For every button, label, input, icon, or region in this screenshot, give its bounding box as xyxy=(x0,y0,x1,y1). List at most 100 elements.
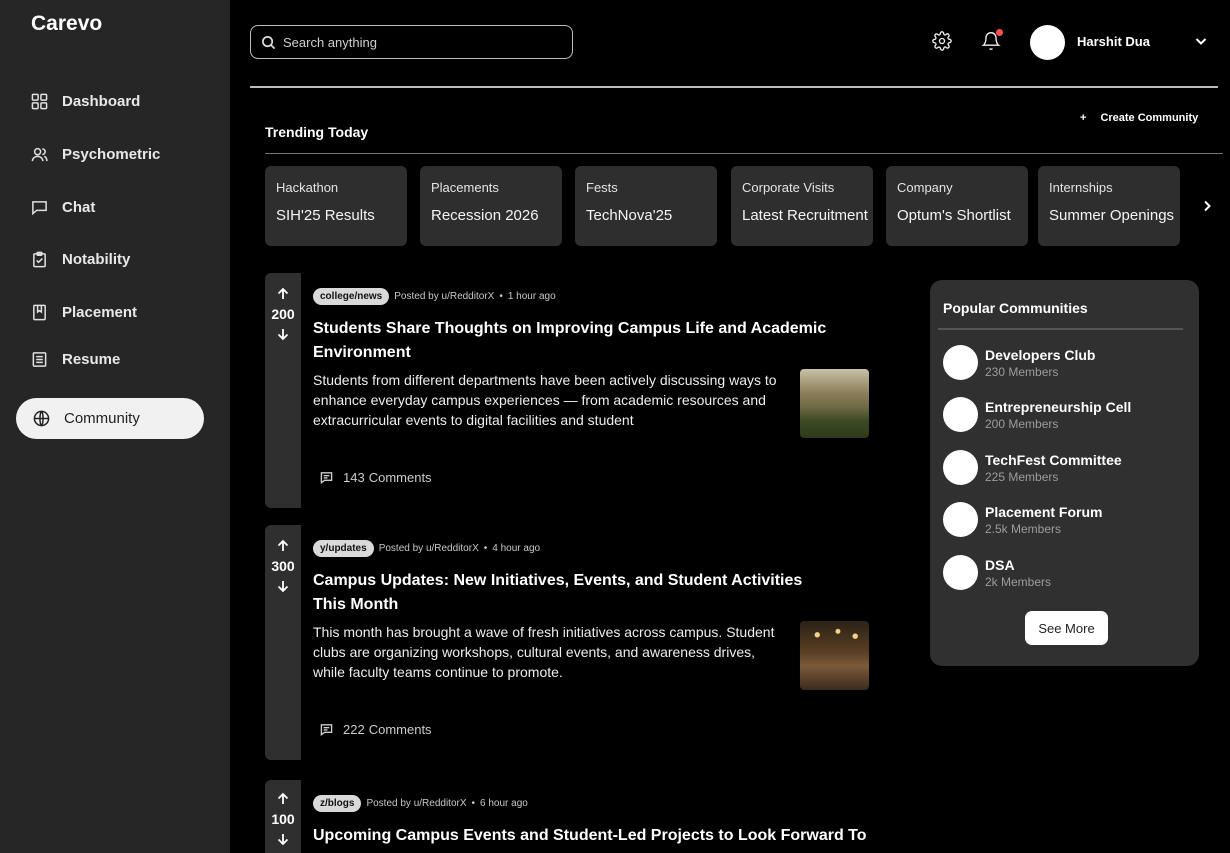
sidebar-item-resume[interactable]: Resume xyxy=(31,351,120,368)
sidebar-item-dashboard[interactable]: Dashboard xyxy=(31,93,140,110)
post-description: Students from different departments have… xyxy=(313,372,777,428)
community-members: 2k Members xyxy=(985,574,1052,589)
notifications-button[interactable] xyxy=(981,29,1003,53)
post-time: 4 hour ago xyxy=(492,542,541,554)
trending-card[interactable]: Hackathon SIH'25 Results xyxy=(265,166,407,246)
post-tag[interactable]: z/blogs xyxy=(313,794,362,812)
post-card[interactable]: 200 college/news Posted by u/RedditorX •… xyxy=(265,273,875,509)
popular-title: Popular Communities xyxy=(943,300,1088,316)
arrow-down-icon xyxy=(277,834,289,846)
create-community-label: Create Community xyxy=(1100,112,1199,124)
trending-category: Corporate Visits xyxy=(742,180,835,195)
comments-button[interactable]: 222 Comments xyxy=(320,722,432,737)
post-title[interactable]: Campus Updates: New Initiatives, Events,… xyxy=(313,569,833,617)
arrow-up-icon xyxy=(277,539,289,551)
popular-communities-panel: Popular Communities Developers Club 230 … xyxy=(930,280,1199,666)
comments-count: 222 xyxy=(343,722,365,737)
trending-card[interactable]: Company Optum's Shortlist xyxy=(886,166,1028,246)
sidebar-item-label: Community xyxy=(64,410,140,427)
vote-count: 300 xyxy=(271,558,295,574)
post-meta: college/news Posted by u/RedditorX • 1 h… xyxy=(313,287,873,305)
post-thumbnail xyxy=(800,621,869,690)
vote-count: 100 xyxy=(271,811,295,827)
post-card[interactable]: 100 z/blogs Posted by u/RedditorX • 6 ho… xyxy=(265,780,875,853)
post-card[interactable]: 300 y/updates Posted by u/RedditorX • 4 … xyxy=(265,525,875,761)
sidebar-item-label: Placement xyxy=(62,304,138,321)
post-time: 1 hour ago xyxy=(507,290,556,302)
post-title[interactable]: Upcoming Campus Events and Student-Led P… xyxy=(313,824,873,848)
meta-separator: • xyxy=(471,797,476,809)
chevron-down-icon xyxy=(1195,38,1207,45)
search-input[interactable] xyxy=(283,34,553,50)
sidebar-item-notability[interactable]: Notability xyxy=(31,251,130,268)
plus-icon: + xyxy=(1080,112,1087,124)
post-body: college/news Posted by u/RedditorX • 1 h… xyxy=(313,273,873,430)
comments-label: Comments xyxy=(368,470,432,485)
sidebar-item-label: Psychometric xyxy=(62,146,161,163)
community-avatar xyxy=(943,397,978,432)
post-tag[interactable]: college/news xyxy=(313,287,390,305)
post-body: z/blogs Posted by u/RedditorX • 6 hour a… xyxy=(313,780,873,848)
comments-count: 143 xyxy=(343,470,365,485)
upvote-button[interactable] xyxy=(276,539,290,553)
app-root: Carevo Dashboard Psychometric Chat Notab… xyxy=(0,0,1230,853)
post-title[interactable]: Students Share Thoughts on Improving Cam… xyxy=(313,317,833,365)
trending-card[interactable]: Placements Recession 2026 xyxy=(420,166,562,246)
chevron-right-icon xyxy=(1204,200,1211,212)
dashboard-icon xyxy=(31,93,48,110)
comments-button[interactable]: 143 Comments xyxy=(320,470,432,485)
sidebar-item-label: Notability xyxy=(62,251,131,268)
sidebar-item-placement[interactable]: Placement xyxy=(31,304,137,321)
app-logo: Carevo xyxy=(31,12,103,35)
community-avatar xyxy=(943,450,978,485)
sidebar-item-community[interactable]: Community xyxy=(16,398,204,439)
downvote-button[interactable] xyxy=(276,579,290,593)
meta-separator: • xyxy=(499,290,503,302)
community-name: DSA xyxy=(985,556,1015,573)
trending-card[interactable]: Corporate Visits Latest Recruitment xyxy=(731,166,873,246)
sidebar-item-label: Dashboard xyxy=(62,93,141,110)
user-avatar[interactable] xyxy=(1030,25,1065,60)
post-meta: y/updates Posted by u/RedditorX • 4 hour… xyxy=(313,539,873,557)
post-body: y/updates Posted by u/RedditorX • 4 hour… xyxy=(313,525,873,682)
arrow-up-icon xyxy=(277,287,289,299)
sidebar-item-chat[interactable]: Chat xyxy=(31,199,95,216)
user-menu-toggle[interactable] xyxy=(1194,34,1208,48)
post-tag[interactable]: y/updates xyxy=(313,539,374,557)
username: Harshit Dua xyxy=(1077,34,1150,49)
downvote-button[interactable] xyxy=(276,832,290,846)
community-name: Entrepreneurship Cell xyxy=(985,398,1132,415)
trending-category: Company xyxy=(897,180,953,195)
sidebar-item-psychometric[interactable]: Psychometric xyxy=(31,146,160,163)
community-item[interactable]: DSA 2k Members xyxy=(943,555,1051,590)
sidebar-item-label: Chat xyxy=(62,199,96,216)
trending-name: Latest Recruitment xyxy=(742,207,868,224)
trending-card[interactable]: Fests TechNova'25 xyxy=(575,166,717,246)
community-item[interactable]: Entrepreneurship Cell 200 Members xyxy=(943,397,1131,432)
search-icon xyxy=(262,35,276,49)
comment-icon xyxy=(320,724,333,736)
chat-icon xyxy=(32,201,47,216)
community-item[interactable]: Placement Forum 2.5k Members xyxy=(943,502,1102,537)
trending-next-button[interactable] xyxy=(1200,199,1214,213)
arrow-up-icon xyxy=(277,792,289,804)
settings-button[interactable] xyxy=(932,31,954,53)
create-community-button[interactable]: + Create Community xyxy=(1080,112,1198,124)
trending-name: Recession 2026 xyxy=(431,207,539,224)
post-author: Posted by u/RedditorX xyxy=(394,290,495,302)
community-avatar xyxy=(943,555,978,590)
trending-title: Trending Today xyxy=(265,124,369,140)
post-author: Posted by u/RedditorX xyxy=(366,797,467,809)
bookmark-icon xyxy=(33,304,46,321)
community-item[interactable]: TechFest Committee 225 Members xyxy=(943,450,1122,485)
vote-bar: 200 xyxy=(265,273,301,508)
see-more-button[interactable]: See More xyxy=(1025,611,1108,645)
header-divider xyxy=(250,86,1218,88)
downvote-button[interactable] xyxy=(276,327,290,341)
community-members: 200 Members xyxy=(985,416,1059,431)
community-item[interactable]: Developers Club 230 Members xyxy=(943,345,1095,380)
search-bar[interactable] xyxy=(250,25,573,59)
upvote-button[interactable] xyxy=(276,287,290,301)
trending-card[interactable]: Internships Summer Openings xyxy=(1038,166,1180,246)
upvote-button[interactable] xyxy=(276,792,290,806)
